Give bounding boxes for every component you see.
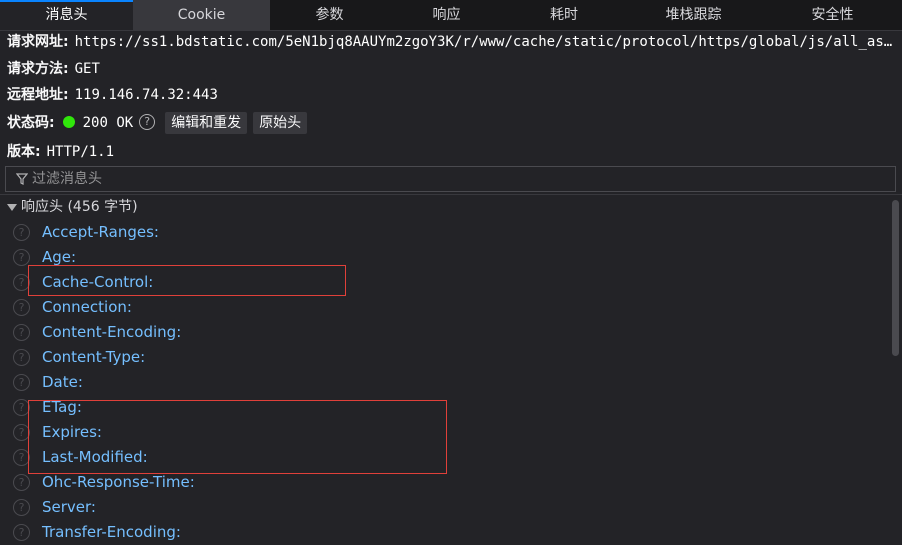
header-help-icon[interactable]: ? xyxy=(13,249,30,266)
response-headers-toggle[interactable]: 响应头 (456 字节) xyxy=(7,196,138,218)
header-help-icon[interactable]: ? xyxy=(13,449,30,466)
response-headers-title: 响应头 (456 字节) xyxy=(21,199,138,215)
filter-headers-box xyxy=(5,166,896,192)
tab-headers[interactable]: 消息头 xyxy=(0,0,133,30)
header-name: Transfer-Encoding: xyxy=(42,523,181,541)
header-name: Age: xyxy=(42,248,77,266)
tab-params[interactable]: 参数 xyxy=(270,0,389,30)
tab-cookie[interactable]: Cookie xyxy=(133,0,270,30)
status-row: 状态码: 200 OK? 编辑和重发 原始头 xyxy=(7,111,313,135)
header-name: Date: xyxy=(42,373,83,391)
request-method-value[interactable]: GET xyxy=(75,61,100,77)
request-url-value[interactable]: https://ss1.bdstatic.com/5eN1bjq8AAUYm2z… xyxy=(75,30,895,54)
status-dot-icon xyxy=(62,116,75,128)
header-help-icon[interactable]: ? xyxy=(13,274,30,291)
header-help-icon[interactable]: ? xyxy=(13,349,30,366)
header-help-icon[interactable]: ? xyxy=(13,299,30,316)
scrollbar-thumb[interactable] xyxy=(892,200,899,356)
expand-triangle-icon xyxy=(7,203,17,211)
section-divider xyxy=(0,194,902,195)
remote-address-value[interactable]: 119.146.74.32:443 xyxy=(75,87,218,103)
header-name: Last-Modified: xyxy=(42,448,148,466)
header-help-icon[interactable]: ? xyxy=(13,374,30,391)
header-name: Expires: xyxy=(42,423,102,441)
header-name: Connection: xyxy=(42,298,132,316)
header-name: Content-Type: xyxy=(42,348,146,366)
header-name: Ohc-Response-Time: xyxy=(42,473,195,491)
request-url-label: 请求网址: xyxy=(7,34,69,50)
header-help-icon[interactable]: ? xyxy=(13,524,30,541)
status-label: 状态码: xyxy=(7,115,55,131)
header-help-icon[interactable]: ? xyxy=(13,399,30,416)
header-name: Server: xyxy=(42,498,96,516)
header-help-icon[interactable]: ? xyxy=(13,224,30,241)
tab-bar: 消息头 Cookie 参数 响应 耗时 堆栈跟踪 安全性 xyxy=(0,0,902,31)
raw-headers-button[interactable]: 原始头 xyxy=(253,112,308,134)
edit-resend-button[interactable]: 编辑和重发 xyxy=(165,112,248,134)
header-help-icon[interactable]: ? xyxy=(13,499,30,516)
header-help-icon[interactable]: ? xyxy=(13,424,30,441)
tab-security[interactable]: 安全性 xyxy=(763,0,902,30)
request-method-row: 请求方法: GET xyxy=(7,57,100,81)
request-url-row: 请求网址: https://ss1.bdstatic.com/5eN1bjq8AA… xyxy=(7,30,895,54)
header-help-icon[interactable]: ? xyxy=(13,324,30,341)
header-name: Content-Encoding: xyxy=(42,323,182,341)
version-value[interactable]: HTTP/1.1 xyxy=(47,144,114,160)
tab-response[interactable]: 响应 xyxy=(389,0,504,30)
status-value[interactable]: 200 OK xyxy=(83,115,134,131)
filter-headers-input[interactable] xyxy=(32,169,882,189)
request-method-label: 请求方法: xyxy=(7,61,69,77)
tab-stack-trace[interactable]: 堆栈跟踪 xyxy=(624,0,763,30)
header-name: Cache-Control: xyxy=(42,273,154,291)
tab-timings[interactable]: 耗时 xyxy=(504,0,624,30)
header-help-icon[interactable]: ? xyxy=(13,474,30,491)
header-name: Accept-Ranges: xyxy=(42,223,159,241)
filter-icon xyxy=(15,172,29,186)
version-row: 版本: HTTP/1.1 xyxy=(7,140,114,164)
remote-address-label: 远程地址: xyxy=(7,87,69,103)
version-label: 版本: xyxy=(7,144,41,160)
remote-address-row: 远程地址: 119.146.74.32:443 xyxy=(7,83,218,107)
help-icon[interactable]: ? xyxy=(139,114,156,130)
header-name: ETag: xyxy=(42,398,82,416)
